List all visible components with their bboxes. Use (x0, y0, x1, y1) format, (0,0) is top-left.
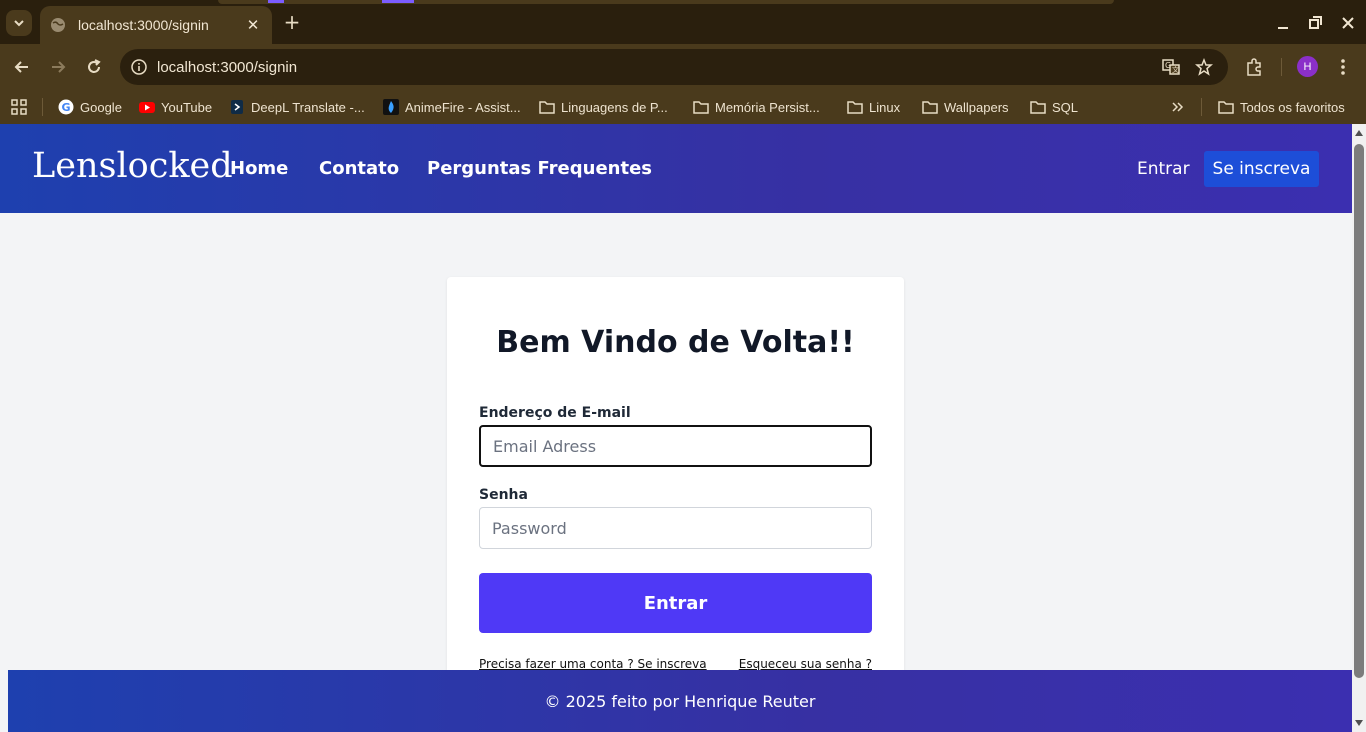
bookmarks-divider (42, 98, 43, 116)
kebab-menu-icon (1341, 59, 1345, 75)
reload-button[interactable] (83, 56, 105, 78)
forgot-password-link[interactable]: Esqueceu sua senha ? (739, 657, 872, 671)
bookmarks-divider (1201, 98, 1202, 116)
bookmark-google[interactable]: G Google (58, 97, 122, 117)
bookmark-label: Google (80, 99, 122, 115)
chevron-double-right-icon (1172, 102, 1184, 112)
header-signin-link[interactable]: Entrar (1137, 159, 1190, 179)
svg-text:G: G (62, 101, 71, 114)
folder-icon (693, 99, 709, 115)
forward-button[interactable] (47, 56, 69, 78)
address-bar[interactable]: localhost:3000/signin (120, 49, 1228, 85)
tab-search-button[interactable] (6, 10, 32, 36)
bookmark-label: YouTube (161, 99, 213, 115)
scrollbar-thumb[interactable] (1354, 144, 1364, 678)
bookmark-deepl[interactable]: DeepL Translate -... (229, 97, 365, 117)
nav-home[interactable]: Home (230, 158, 288, 179)
folder-icon (1218, 99, 1234, 115)
browser-tab-bar: localhost:3000/signin ✕ + (0, 0, 1366, 44)
more-bookmarks-button[interactable] (1171, 97, 1185, 117)
tab-group-mark (268, 0, 284, 3)
nav-faq[interactable]: Perguntas Frequentes (427, 158, 652, 179)
youtube-icon (139, 99, 155, 115)
folder-icon (847, 99, 863, 115)
globe-icon (51, 18, 65, 32)
browser-tab[interactable]: localhost:3000/signin ✕ (40, 6, 272, 44)
google-icon: G (58, 99, 74, 115)
chevron-down-icon (14, 20, 24, 27)
bookmark-animefire[interactable]: AnimeFire - Assist... (383, 97, 521, 117)
password-field[interactable]: Password (479, 507, 872, 549)
bookmark-label: AnimeFire - Assist... (405, 99, 521, 115)
signin-submit-button[interactable]: Entrar (479, 573, 872, 633)
signup-link[interactable]: Precisa fazer uma conta ? Se inscreva (479, 657, 707, 671)
header-signup-button[interactable]: Se inscreva (1204, 151, 1319, 187)
new-tab-button[interactable]: + (282, 12, 302, 32)
tab-group-mark (382, 0, 414, 3)
folder-icon (539, 99, 555, 115)
bookmark-youtube[interactable]: YouTube (139, 97, 212, 117)
email-label: Endereço de E-mail (479, 405, 631, 421)
bookmark-label: Memória Persist... (715, 99, 820, 115)
bookmark-folder[interactable]: Wallpapers (922, 97, 1009, 117)
password-label: Senha (479, 487, 528, 503)
bookmark-label: Linux (869, 99, 901, 115)
arrow-left-icon (14, 61, 28, 73)
scroll-up-arrow[interactable] (1355, 130, 1363, 136)
bookmark-label: Linguagens de P... (561, 99, 668, 115)
bookmark-folder[interactable]: Linux (847, 97, 900, 117)
deepl-icon (229, 99, 245, 115)
tab-strip-accent (218, 0, 1114, 4)
restore-icon[interactable] (1306, 14, 1324, 32)
folder-icon (922, 99, 938, 115)
toolbar-divider (1281, 58, 1282, 76)
bookmark-folder[interactable]: SQL (1030, 97, 1078, 117)
arrow-right-icon (52, 61, 66, 73)
close-window-icon[interactable] (1339, 14, 1357, 32)
bookmark-label: DeepL Translate -... (251, 99, 365, 115)
folder-icon (1030, 99, 1046, 115)
bookmark-folder[interactable]: Memória Persist... (693, 97, 820, 117)
signin-card: Bem Vindo de Volta!! Endereço de E-mail … (447, 277, 904, 732)
translate-icon[interactable]: G文 (1160, 56, 1182, 78)
site-header: Lenslocked Home Contato Perguntas Freque… (0, 124, 1352, 213)
animefire-icon (383, 99, 399, 115)
apps-icon[interactable] (11, 97, 28, 117)
close-tab-icon[interactable]: ✕ (244, 16, 262, 34)
reload-icon (88, 59, 101, 73)
password-placeholder: Password (492, 518, 567, 538)
extensions-icon[interactable] (1243, 56, 1265, 78)
bookmark-folder[interactable]: Linguagens de P... (539, 97, 668, 117)
bookmark-star-icon[interactable] (1193, 56, 1215, 78)
nav-contato[interactable]: Contato (319, 158, 399, 179)
page-viewport: Lenslocked Home Contato Perguntas Freque… (0, 124, 1352, 732)
bookmark-label: Wallpapers (944, 99, 1009, 115)
back-button[interactable] (11, 56, 33, 78)
email-field[interactable]: Email Adress (479, 425, 872, 467)
footer-text: © 2025 feito por Henrique Reuter (544, 691, 816, 711)
page-title: Bem Vindo de Volta!! (496, 325, 855, 360)
page-scrollbar[interactable] (1352, 124, 1366, 732)
bookmarks-bar: G Google YouTube DeepL Translate -... An… (0, 90, 1366, 124)
tab-title: localhost:3000/signin (78, 17, 209, 33)
minimize-icon[interactable] (1274, 14, 1292, 32)
url-text: localhost:3000/signin (157, 58, 298, 76)
profile-avatar[interactable]: H (1297, 56, 1318, 77)
bookmark-label: Todos os favoritos (1240, 99, 1345, 115)
menu-button[interactable] (1332, 56, 1354, 78)
browser-toolbar: localhost:3000/signin G文 H (0, 44, 1366, 90)
email-placeholder: Email Adress (493, 436, 597, 456)
svg-text:文: 文 (1172, 65, 1179, 74)
bookmark-label: SQL (1052, 99, 1079, 115)
site-footer: © 2025 feito por Henrique Reuter (8, 670, 1352, 732)
site-info-icon[interactable] (128, 56, 150, 78)
all-bookmarks-folder[interactable]: Todos os favoritos (1218, 97, 1345, 117)
site-brand[interactable]: Lenslocked (32, 146, 233, 186)
scroll-down-arrow[interactable] (1355, 720, 1363, 726)
